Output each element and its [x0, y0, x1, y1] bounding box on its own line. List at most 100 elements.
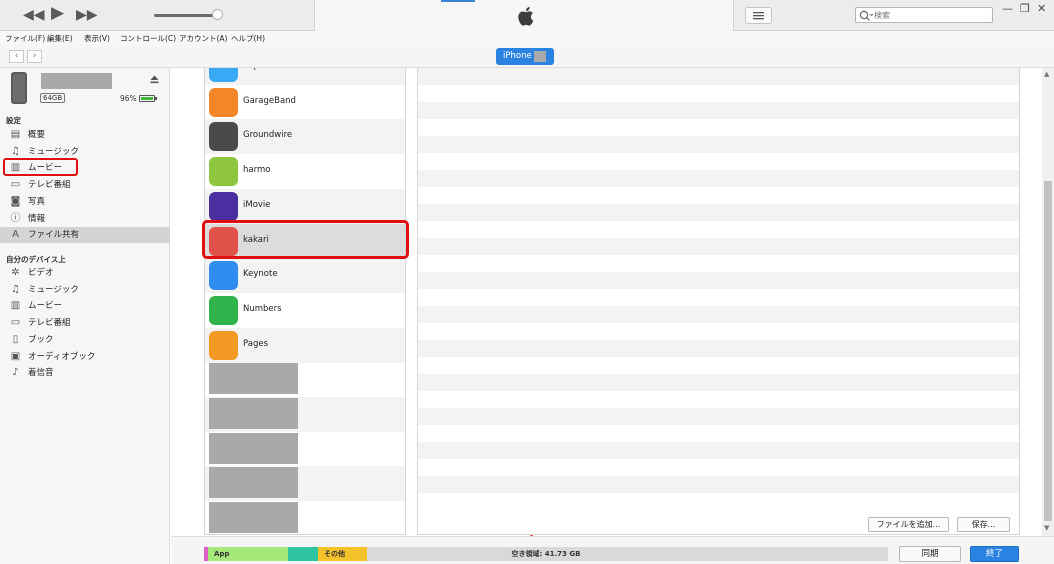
redacted-app	[209, 363, 298, 395]
close-button[interactable]: ✕	[1037, 2, 1046, 15]
menu-view[interactable]: 表示(V)	[84, 33, 110, 44]
capacity-badge: 64GB	[40, 93, 66, 103]
sync-button[interactable]: 同期	[899, 546, 961, 562]
document-row	[418, 170, 1019, 187]
app-row-redacted[interactable]	[205, 466, 405, 502]
sidebar-item[interactable]: ▥ ムービー	[0, 298, 170, 314]
sidebar-item[interactable]: ♪ 着信音	[0, 365, 170, 381]
sidebar-item[interactable]: ◙ 写真	[0, 194, 170, 210]
app-row[interactable]: GarageBand	[205, 85, 405, 120]
groundwire-icon	[209, 122, 238, 152]
sidebar-item-label: 情報	[28, 213, 46, 224]
app-row[interactable]: iMovie	[205, 188, 405, 224]
done-button[interactable]: 終了	[970, 546, 1019, 562]
app-row[interactable]: Numbers	[205, 293, 405, 328]
scroll-up-icon[interactable]: ▲	[1044, 70, 1049, 78]
sidebar-item-label: オーディオブック	[28, 351, 96, 362]
summary-icon: ▤	[10, 129, 21, 140]
search-input[interactable]	[874, 9, 986, 21]
menu-edit[interactable]: 編集(E)	[47, 33, 73, 44]
app-store-icon: A	[12, 229, 19, 241]
redacted-app	[209, 467, 298, 499]
list-view-button[interactable]	[745, 7, 772, 24]
document-row	[418, 204, 1019, 221]
app-row[interactable]: Clips	[205, 68, 405, 85]
book-icon: ▯	[12, 333, 19, 345]
restore-button[interactable]: ❐	[1020, 2, 1030, 15]
battery-percent: 96%	[120, 94, 137, 103]
volume-slider[interactable]	[154, 9, 223, 20]
scroll-down-icon[interactable]: ▼	[1044, 524, 1049, 532]
minimize-button[interactable]: —	[1002, 2, 1013, 15]
list-icon	[753, 12, 764, 20]
app-row[interactable]: Keynote	[205, 258, 405, 294]
sidebar-item[interactable]: ⓘ 情報	[0, 211, 170, 227]
app-row[interactable]: Groundwire	[205, 119, 405, 155]
fast-forward-icon[interactable]: ▶▶	[76, 8, 98, 22]
imovie-icon	[209, 191, 238, 221]
app-row-redacted[interactable]	[205, 432, 405, 467]
music-note-icon: ♫	[11, 145, 20, 157]
harmo-icon	[209, 157, 238, 187]
volume-knob[interactable]	[211, 9, 223, 20]
battery-fill	[141, 97, 153, 100]
music-note-icon: ♫	[11, 283, 20, 295]
sidebar-item[interactable]: ▭ テレビ番組	[0, 177, 170, 193]
navigation-bar: ‹ › iPhone	[0, 45, 1054, 68]
sidebar-item-label: ミュージック	[28, 146, 79, 157]
menu-controls[interactable]: コントロール(C)	[120, 33, 176, 44]
sidebar-item[interactable]: ✲ ビデオ	[0, 265, 170, 281]
menu-bar: ファイル(F) 編集(E) 表示(V) コントロール(C) アカウント(A) ヘ…	[0, 31, 1054, 45]
sidebar-item-label: ミュージック	[28, 284, 79, 295]
tv-icon: ▭	[10, 179, 21, 191]
redacted-name	[534, 51, 546, 62]
document-row	[418, 85, 1019, 102]
sidebar-item[interactable]: ▯ ブック	[0, 332, 170, 348]
add-file-button[interactable]: ファイルを追加...	[868, 517, 949, 532]
app-row-redacted[interactable]	[205, 397, 405, 432]
document-row	[418, 272, 1019, 289]
document-row	[418, 119, 1019, 136]
sidebar-item[interactable]: A ファイル共有	[0, 227, 170, 244]
search-field[interactable]	[855, 7, 993, 23]
clips-icon	[209, 68, 238, 82]
app-row[interactable]: Pages	[205, 327, 405, 363]
document-row	[418, 255, 1019, 272]
app-label: Groundwire	[243, 130, 293, 141]
scrollbar[interactable]: ▲ ▼	[1042, 68, 1054, 536]
app-label: GarageBand	[243, 95, 296, 106]
app-label: Numbers	[243, 303, 282, 314]
app-row-redacted[interactable]	[205, 362, 405, 397]
document-row	[418, 408, 1019, 425]
play-icon[interactable]: ▶	[51, 5, 64, 22]
document-row	[418, 136, 1019, 153]
document-row	[418, 374, 1019, 391]
iphone-icon	[11, 72, 27, 104]
video-gear-icon: ✲	[11, 267, 20, 278]
menu-file[interactable]: ファイル(F)	[5, 33, 45, 44]
device-button[interactable]: iPhone	[496, 48, 554, 65]
save-button[interactable]: 保存...	[957, 517, 1010, 532]
menu-account[interactable]: アカウント(A)	[179, 33, 227, 44]
document-row	[418, 102, 1019, 119]
redacted-app	[209, 502, 298, 534]
back-button[interactable]: ‹	[9, 50, 24, 63]
app-label: Clips	[243, 68, 263, 71]
sidebar-item[interactable]: ▣ オーディオブック	[0, 349, 170, 365]
storage-bar: App その他 空き領域: 41.73 GB	[204, 547, 888, 561]
app-row-redacted[interactable]	[205, 501, 405, 534]
info-icon: ⓘ	[10, 212, 21, 224]
audiobook-icon: ▣	[10, 350, 21, 362]
sidebar-item[interactable]: ▤ 概要	[0, 127, 170, 143]
forward-button[interactable]: ›	[27, 50, 42, 63]
sidebar-item[interactable]: ▭ テレビ番組	[0, 315, 170, 331]
menu-help[interactable]: ヘルプ(H)	[231, 33, 265, 44]
eject-icon[interactable]	[150, 75, 159, 84]
app-row[interactable]: harmo	[205, 154, 405, 189]
scroll-thumb[interactable]	[1044, 181, 1052, 521]
rewind-icon[interactable]: ◀◀	[23, 8, 45, 22]
document-row	[418, 357, 1019, 374]
on-device-header: 自分のデバイス上	[6, 255, 66, 264]
sidebar-item[interactable]: ♫ ミュージック	[0, 282, 170, 298]
search-icon	[859, 10, 874, 21]
